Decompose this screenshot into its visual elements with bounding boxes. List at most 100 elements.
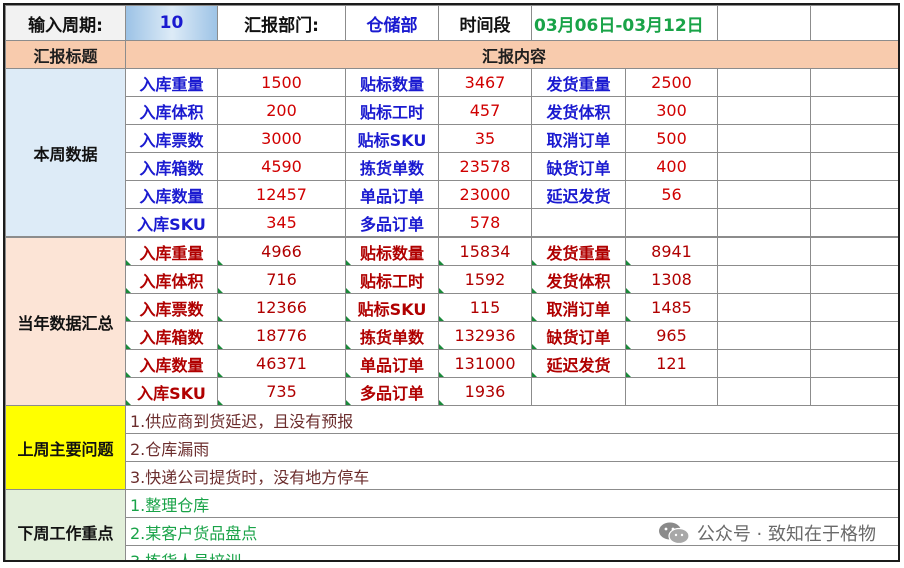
metric-label: 发货重量 [531, 68, 626, 97]
metric-value[interactable]: 2500 [625, 68, 718, 97]
week-row: 入库票数 3000 贴标SKU 35 取消订单 500 [6, 124, 898, 153]
metric-label: 贴标SKU [345, 293, 439, 322]
dept-input[interactable]: 仓储部 [345, 5, 439, 41]
metric-value[interactable]: 12457 [217, 180, 346, 209]
metric-label: 延迟发货 [531, 349, 626, 378]
metric-value[interactable]: 1485 [625, 293, 718, 322]
metric-value[interactable]: 23000 [438, 180, 532, 209]
metric-value[interactable]: 18776 [217, 321, 346, 350]
empty-cell [810, 5, 898, 41]
empty-cell [810, 152, 898, 181]
issue-row: 2.仓库漏雨 [6, 433, 898, 462]
metric-value[interactable]: 200 [217, 96, 346, 125]
plan-row: 3.拣货人员培训 [6, 545, 898, 560]
empty-cell [717, 5, 811, 41]
metric-label: 发货体积 [531, 265, 626, 294]
metric-value[interactable]: 131000 [438, 349, 532, 378]
title-column-header: 汇报标题 [5, 40, 126, 69]
metric-value[interactable]: 735 [217, 377, 346, 406]
empty-cell [810, 68, 898, 97]
week-row: 本周数据 入库重量 1500 贴标数量 3467 发货重量 2500 [5, 68, 898, 238]
metric-value[interactable]: 1308 [625, 265, 718, 294]
metric-value[interactable]: 300 [625, 96, 718, 125]
metric-value[interactable]: 500 [625, 124, 718, 153]
metric-value[interactable]: 46371 [217, 349, 346, 378]
metric-value[interactable]: 35 [438, 124, 532, 153]
year-row: 入库SKU 735 多品订单 1936 [6, 377, 898, 406]
metric-label: 贴标数量 [345, 68, 439, 97]
empty-cell [810, 236, 898, 266]
plan-item[interactable]: 3.拣货人员培训 [125, 545, 898, 560]
empty-cell [717, 180, 811, 209]
year-row: 入库体积 716 贴标工时 1592 发货体积 1308 [6, 265, 898, 294]
metric-value[interactable]: 8941 [625, 236, 718, 266]
issue-item[interactable]: 1.供应商到货延迟，且没有预报 [125, 405, 898, 434]
metric-label: 入库箱数 [125, 152, 218, 181]
metric-value[interactable]: 23578 [438, 152, 532, 181]
metric-label: 入库票数 [125, 293, 218, 322]
week-row: 入库数量 12457 单品订单 23000 延迟发货 56 [6, 180, 898, 209]
year-row: 入库票数 12366 贴标SKU 115 取消订单 1485 [6, 293, 898, 322]
metric-value[interactable]: 457 [438, 96, 532, 125]
metric-label: 多品订单 [345, 377, 439, 406]
metric-value[interactable]: 15834 [438, 236, 532, 266]
metric-label: 发货重量 [531, 236, 626, 266]
metric-value[interactable]: 965 [625, 321, 718, 350]
metric-value[interactable]: 56 [625, 180, 718, 209]
period-value: 03月06日-03月12日 [531, 5, 718, 41]
metric-value[interactable]: 1500 [217, 68, 346, 97]
week-row: 入库箱数 4590 拣货单数 23578 缺货订单 400 [6, 152, 898, 181]
metric-value[interactable]: 716 [217, 265, 346, 294]
metric-value[interactable]: 4966 [217, 236, 346, 266]
metric-value[interactable]: 132936 [438, 321, 532, 350]
issue-item[interactable]: 2.仓库漏雨 [125, 433, 898, 462]
empty-cell [810, 124, 898, 153]
metric-label: 拣货单数 [345, 321, 439, 350]
metric-value[interactable] [625, 208, 718, 238]
plan-row: 下周工作重点 1.整理仓库 [5, 489, 898, 560]
weekly-report-table: 输入周期: 10 汇报部门: 仓储部 时间段 03月06日-03月12日 汇报标… [5, 5, 898, 560]
empty-cell [717, 208, 811, 238]
empty-cell [717, 377, 811, 406]
metric-value[interactable]: 115 [438, 293, 532, 322]
metric-label: 入库数量 [125, 349, 218, 378]
metric-value[interactable]: 578 [438, 208, 532, 238]
metric-label: 入库箱数 [125, 321, 218, 350]
empty-cell [810, 265, 898, 294]
metric-label: 贴标数量 [345, 236, 439, 266]
metric-value[interactable]: 4590 [217, 152, 346, 181]
period-label: 时间段 [438, 5, 532, 41]
metric-value[interactable]: 400 [625, 152, 718, 181]
cycle-input[interactable]: 10 [125, 5, 218, 41]
metric-label: 发货体积 [531, 96, 626, 125]
metric-label: 贴标工时 [345, 265, 439, 294]
week-row: 入库SKU 345 多品订单 578 [6, 208, 898, 238]
metric-value[interactable]: 1936 [438, 377, 532, 406]
watermark: 公众号 · 致知在于格物 [657, 520, 876, 546]
metric-label: 取消订单 [531, 293, 626, 322]
issue-item[interactable]: 3.快递公司提货时，没有地方停车 [125, 461, 898, 490]
empty-cell [717, 293, 811, 322]
empty-cell [717, 152, 811, 181]
empty-cell [717, 96, 811, 125]
metric-value[interactable]: 3467 [438, 68, 532, 97]
metric-label: 贴标SKU [345, 124, 439, 153]
cycle-label: 输入周期: [5, 5, 126, 41]
plan-item[interactable]: 1.整理仓库 [125, 489, 898, 518]
metric-label: 入库体积 [125, 96, 218, 125]
issues-section-title: 上周主要问题 [5, 405, 126, 490]
metric-value[interactable]: 345 [217, 208, 346, 238]
metric-value[interactable]: 1592 [438, 265, 532, 294]
metric-label [531, 377, 626, 406]
report-sheet: 输入周期: 10 汇报部门: 仓储部 时间段 03月06日-03月12日 汇报标… [3, 3, 900, 562]
metric-value[interactable]: 3000 [217, 124, 346, 153]
metric-value[interactable]: 121 [625, 349, 718, 378]
metric-value[interactable] [625, 377, 718, 406]
year-row: 当年数据汇总 入库重量 4966 贴标数量 15834 发货重量 8941 [5, 236, 898, 406]
metric-label [531, 208, 626, 238]
empty-cell [717, 124, 811, 153]
plans-section-title: 下周工作重点 [5, 489, 126, 560]
metric-value[interactable]: 12366 [217, 293, 346, 322]
metric-label: 入库重量 [125, 236, 218, 266]
header-row: 输入周期: 10 汇报部门: 仓储部 时间段 03月06日-03月12日 [5, 5, 898, 41]
